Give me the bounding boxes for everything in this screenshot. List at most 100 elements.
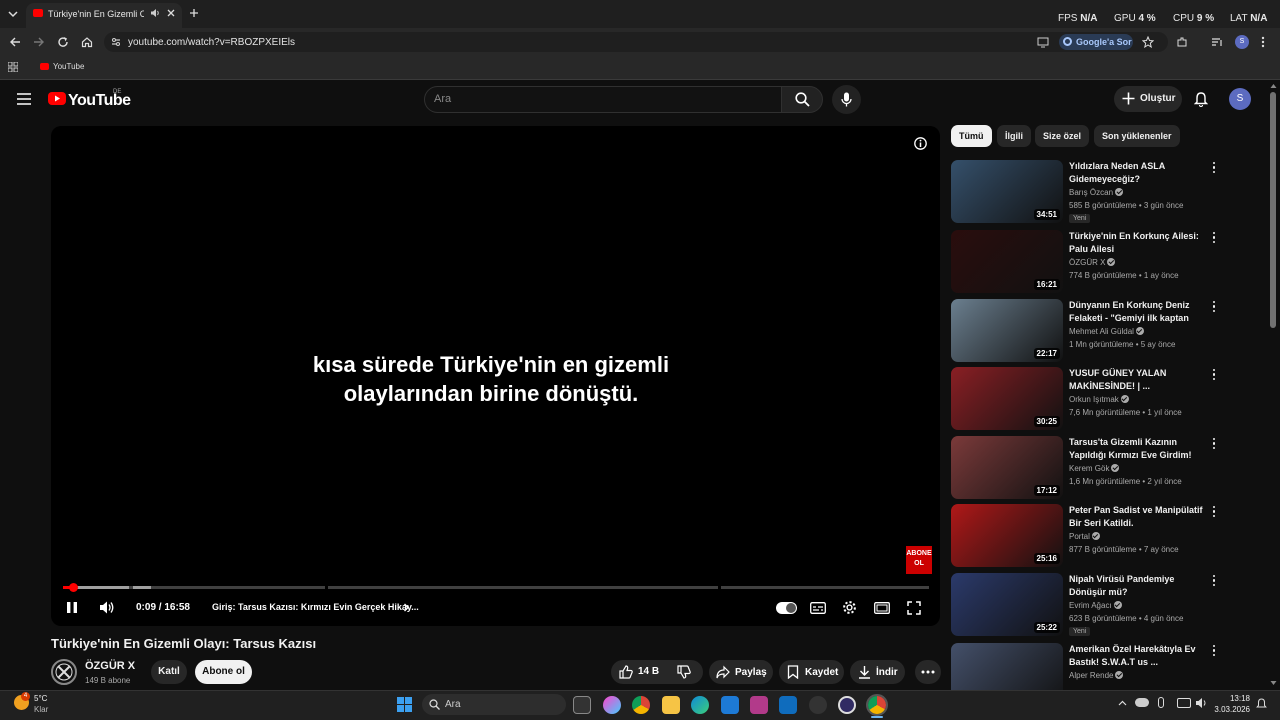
recommended-video-title[interactable]: YUSUF GÜNEY YALAN MAKİNESİNDE! | ... — [1069, 367, 1205, 393]
tab-list-dropdown-icon[interactable] — [6, 8, 20, 20]
mic-tray-icon[interactable] — [1158, 697, 1164, 708]
volume-icon[interactable] — [99, 600, 115, 615]
recommended-video[interactable]: 16:21 Türkiye'nin En Korkunç Ailesi: Palu… — [951, 230, 1221, 294]
notification-bell-icon[interactable] — [1256, 698, 1267, 710]
media-control-icon[interactable] — [1211, 36, 1223, 48]
back-icon[interactable] — [9, 36, 21, 48]
scroll-down-arrow-icon[interactable] — [1270, 680, 1277, 686]
recommended-video-title[interactable]: Tarsus'ta Gizemli Kazının Yapıldığı Kırm… — [1069, 436, 1205, 462]
more-vert-icon[interactable] — [1211, 575, 1217, 589]
more-vert-icon[interactable] — [1211, 162, 1217, 176]
recommended-video[interactable]: 25:22 Nipah Virüsü Pandemiye Dönüşür mü? E… — [951, 573, 1221, 637]
edge-icon[interactable] — [691, 696, 709, 714]
page-scrollbar-thumb[interactable] — [1270, 92, 1276, 328]
recommended-video-title[interactable]: Türkiye'nin En Korkunç Ailesi: Palu Aile… — [1069, 230, 1205, 256]
recommended-video[interactable]: 30:25 YUSUF GÜNEY YALAN MAKİNESİNDE! | ..… — [951, 367, 1221, 431]
more-vert-icon[interactable] — [1211, 369, 1217, 383]
recommended-video[interactable]: 22:17 Dünyanın En Korkunç Deniz Felaketi … — [951, 299, 1221, 363]
network-icon[interactable] — [1177, 698, 1191, 708]
search-input[interactable] — [424, 86, 782, 113]
tab-audio-icon[interactable] — [150, 8, 160, 18]
video-thumbnail[interactable]: 17:12 — [951, 436, 1063, 499]
subscribe-button[interactable]: Abone ol — [195, 660, 252, 684]
cast-icon[interactable] — [1037, 36, 1049, 48]
chrome-active-icon[interactable] — [866, 694, 888, 716]
recommended-video-title[interactable]: Dünyanın En Korkunç Deniz Felaketi - "Ge… — [1069, 299, 1205, 325]
join-button[interactable]: Katıl — [151, 660, 187, 684]
recommended-video-channel[interactable]: Mehmet Ali Güldal — [1069, 327, 1144, 336]
scroll-up-arrow-icon[interactable] — [1270, 83, 1277, 89]
recommended-video-channel[interactable]: Alper Rende — [1069, 671, 1124, 680]
youtube-logo-icon[interactable] — [48, 92, 66, 105]
url-text[interactable]: youtube.com/watch?v=RBOZPXEIEls — [128, 37, 295, 48]
forward-icon[interactable] — [33, 36, 45, 48]
apps-grid-icon[interactable] — [8, 62, 18, 72]
recommended-video[interactable]: 25:16 Peter Pan Sadist ve Manipülatif Bir… — [951, 504, 1221, 568]
obs-icon[interactable] — [838, 696, 856, 714]
filter-chip-for-you[interactable]: Size özel — [1035, 125, 1090, 147]
task-view-icon[interactable] — [573, 696, 591, 714]
site-info-icon[interactable] — [110, 36, 122, 48]
onedrive-icon[interactable] — [1135, 698, 1149, 707]
more-vert-icon[interactable] — [1211, 301, 1217, 315]
recommended-video-channel[interactable]: Portal — [1069, 532, 1100, 541]
windows-start-icon[interactable] — [397, 697, 412, 712]
more-vert-icon[interactable] — [1211, 232, 1217, 246]
subtitles-icon[interactable] — [810, 602, 826, 614]
chrome-icon[interactable] — [632, 696, 650, 714]
video-thumbnail[interactable]: 16:21 — [951, 230, 1063, 293]
more-vert-icon[interactable] — [1211, 506, 1217, 520]
recommended-video-title[interactable]: Amerikan Özel Harekâtıyla Ev Bastık! S.W… — [1069, 643, 1205, 669]
app-icon-dark[interactable] — [809, 696, 827, 714]
extensions-icon[interactable] — [1176, 36, 1188, 48]
copilot-icon[interactable] — [603, 696, 621, 714]
recommended-video-channel[interactable]: Evrim Ağacı — [1069, 601, 1122, 610]
info-icon[interactable] — [914, 137, 927, 150]
recommended-video-channel[interactable]: Orkun Işıtmak — [1069, 395, 1129, 404]
browser-menu-icon[interactable] — [1261, 36, 1265, 48]
filter-chip-recent[interactable]: Son yüklenenler — [1094, 125, 1180, 147]
tab-close-icon[interactable] — [166, 8, 176, 18]
recommended-video-channel[interactable]: ÖZGÜR X — [1069, 258, 1116, 267]
video-thumbnail[interactable]: 25:16 — [951, 504, 1063, 567]
more-actions-button[interactable] — [915, 660, 941, 684]
filter-chip-all[interactable]: Tümü — [951, 125, 992, 147]
recommended-video[interactable]: 34:51 Yıldızlara Neden ASLA Gidemeyeceğiz… — [951, 160, 1221, 224]
recommended-video[interactable]: 17:12 Tarsus'ta Gizemli Kazının Yapıldığı… — [951, 436, 1221, 500]
channel-name[interactable]: ÖZGÜR X — [85, 660, 135, 672]
bookmark-star-icon[interactable] — [1142, 36, 1154, 48]
video-thumbnail[interactable]: 30:25 — [951, 367, 1063, 430]
taskbar-search-box[interactable] — [422, 694, 566, 715]
account-avatar[interactable]: S — [1229, 88, 1251, 110]
like-button[interactable]: 14 B — [617, 664, 663, 680]
recommended-video-channel[interactable]: Barış Özcan — [1069, 188, 1124, 197]
outlook-icon[interactable] — [779, 696, 797, 714]
video-thumbnail[interactable]: 22:17 — [951, 299, 1063, 362]
file-explorer-icon[interactable] — [662, 696, 680, 714]
notifications-bell-icon[interactable] — [1194, 92, 1208, 107]
chapter-title[interactable]: Giriş: Tarsus Kazısı: Kırmızı Evin Gerçe… — [212, 602, 419, 612]
guide-menu-icon[interactable] — [17, 93, 31, 105]
recommended-video-title[interactable]: Nipah Virüsü Pandemiye Dönüşür mü? — [1069, 573, 1205, 599]
filter-chip-related[interactable]: İlgili — [997, 125, 1031, 147]
channel-avatar[interactable] — [51, 659, 77, 685]
new-tab-icon[interactable] — [189, 8, 199, 18]
fullscreen-icon[interactable] — [907, 601, 921, 615]
photo-app-icon[interactable] — [750, 696, 768, 714]
profile-avatar[interactable]: S — [1235, 35, 1249, 49]
weather-temperature[interactable]: 5°C — [34, 694, 47, 703]
recommended-video-channel[interactable]: Kerem Gök — [1069, 464, 1120, 473]
tray-chevron-icon[interactable] — [1118, 699, 1127, 708]
reload-icon[interactable] — [57, 36, 69, 48]
pause-icon[interactable] — [66, 601, 78, 614]
video-thumbnail[interactable]: 25:22 — [951, 573, 1063, 636]
recommended-video-title[interactable]: Yıldızlara Neden ASLA Gidemeyeceğiz? — [1069, 160, 1205, 186]
theater-mode-icon[interactable] — [874, 602, 890, 614]
more-vert-icon[interactable] — [1211, 438, 1217, 452]
subscribe-watermark[interactable]: ABONE OL — [906, 546, 932, 574]
video-thumbnail[interactable]: 34:51 — [951, 160, 1063, 223]
progress-bar[interactable] — [63, 586, 929, 589]
home-icon[interactable] — [81, 36, 93, 48]
dislike-button[interactable] — [677, 665, 691, 679]
chapter-chevron-icon[interactable] — [403, 603, 410, 612]
